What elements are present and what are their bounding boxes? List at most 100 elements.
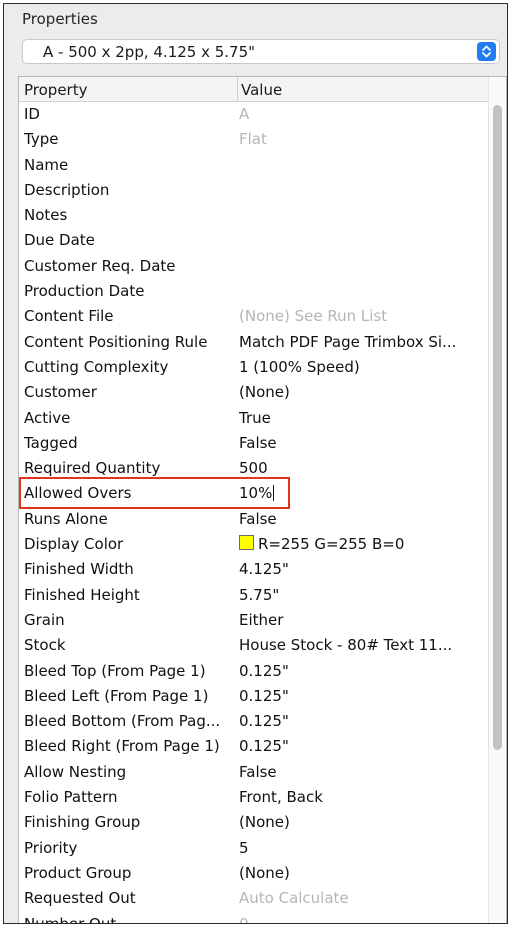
property-value-cell[interactable]: 0.125"	[239, 687, 484, 705]
property-name-cell: Description	[24, 180, 110, 199]
table-row[interactable]: Customer Req. Date	[19, 254, 488, 279]
property-name-cell: Required Quantity	[24, 459, 161, 478]
property-name-cell: Customer Req. Date	[24, 256, 176, 275]
table-row[interactable]: Finished Height 5.75"	[19, 583, 488, 608]
table-row[interactable]: Allowed Overs 10%	[19, 481, 488, 506]
table-row[interactable]: Notes	[19, 203, 488, 228]
property-name-cell: Number Out	[24, 914, 117, 924]
table-row[interactable]: Name	[19, 153, 488, 178]
property-name-cell: Notes	[24, 206, 68, 225]
property-name-cell: Finished Width	[24, 560, 134, 579]
property-name-cell: Stock	[24, 636, 66, 655]
property-name-cell: Customer	[24, 383, 97, 402]
property-value-cell[interactable]: 0.125"	[239, 712, 484, 730]
property-name-cell: Bleed Right (From Page 1)	[24, 737, 220, 756]
property-value-cell[interactable]: 5	[239, 839, 484, 857]
property-name-cell: Allowed Overs	[24, 484, 132, 503]
property-name-cell: Allow Nesting	[24, 762, 127, 781]
property-value-cell[interactable]: Flat	[239, 130, 484, 148]
property-value-cell[interactable]: False	[239, 763, 484, 781]
table-row[interactable]: Production Date	[19, 279, 488, 304]
table-row[interactable]: Grain Either	[19, 608, 488, 633]
property-value-cell[interactable]: (None)	[239, 813, 484, 831]
property-name-cell: Display Color	[24, 535, 124, 554]
property-value-cell[interactable]: Either	[239, 611, 484, 629]
property-value-cell[interactable]: 0.125"	[239, 662, 484, 680]
table-row[interactable]: Allow Nesting False	[19, 760, 488, 785]
property-name-cell: Requested Out	[24, 889, 136, 908]
property-value-cell[interactable]: 0	[239, 915, 484, 924]
property-value-cell[interactable]: False	[239, 434, 484, 452]
layout-selector-value: A - 500 x 2pp, 4.125 x 5.75"	[43, 43, 256, 61]
table-row[interactable]: Bleed Right (From Page 1) 0.125"	[19, 734, 488, 759]
column-header-property[interactable]: Property	[24, 81, 87, 99]
property-name-cell: Bleed Top (From Page 1)	[24, 661, 206, 680]
table-row[interactable]: Tagged False	[19, 431, 488, 456]
property-value-cell[interactable]: False	[239, 510, 484, 528]
column-divider[interactable]	[237, 77, 238, 101]
property-name-cell: ID	[24, 105, 40, 123]
property-name-cell: Name	[24, 155, 69, 174]
property-name-cell: Content Positioning Rule	[24, 332, 208, 351]
table-header: Property Value	[19, 77, 488, 102]
table-row[interactable]: Stock House Stock - 80# Text 11...	[19, 633, 488, 658]
table-row[interactable]: Content File (None) See Run List	[19, 304, 488, 329]
vertical-scrollbar[interactable]	[488, 77, 506, 923]
table-row[interactable]: Display Color R=255 G=255 B=0	[19, 532, 488, 557]
property-name-cell: Grain	[24, 610, 65, 629]
table-row[interactable]: Required Quantity 500	[19, 456, 488, 481]
table-row[interactable]: Product Group (None)	[19, 861, 488, 886]
property-name-cell: Folio Pattern	[24, 788, 118, 807]
column-header-value[interactable]: Value	[241, 81, 282, 99]
property-value-cell[interactable]: A	[239, 105, 484, 123]
text-caret	[273, 485, 275, 502]
table-row[interactable]: Bleed Left (From Page 1) 0.125"	[19, 684, 488, 709]
table-row[interactable]: Description	[19, 178, 488, 203]
property-value-cell[interactable]: Match PDF Page Trimbox Si...	[239, 333, 484, 351]
property-value-cell[interactable]: (None)	[239, 383, 484, 401]
property-name-cell: Runs Alone	[24, 509, 108, 528]
property-value-cell[interactable]: 1 (100% Speed)	[239, 358, 484, 376]
color-swatch-icon[interactable]	[239, 535, 254, 551]
allowed-overs-input[interactable]: 10%	[239, 484, 484, 502]
table-row[interactable]: Type Flat	[19, 127, 488, 152]
property-value-cell[interactable]: 0.125"	[239, 737, 484, 755]
table-row[interactable]: Finishing Group (None)	[19, 810, 488, 835]
property-name-cell: Priority	[24, 838, 78, 857]
table-row[interactable]: Bleed Bottom (From Pag... 0.125"	[19, 709, 488, 734]
table-row[interactable]: Due Date	[19, 228, 488, 253]
updown-stepper-icon[interactable]	[477, 42, 496, 61]
property-value-cell[interactable]: House Stock - 80# Text 11...	[239, 636, 484, 654]
table-row[interactable]: Customer (None)	[19, 380, 488, 405]
table-row[interactable]: Cutting Complexity 1 (100% Speed)	[19, 355, 488, 380]
allowed-overs-input-text: 10%	[239, 484, 273, 503]
property-value-cell[interactable]: (None) See Run List	[239, 307, 484, 325]
table-body: ID A Type Flat Name Description Notes Due Date C…	[19, 102, 488, 924]
table-row[interactable]: Requested Out Auto Calculate	[19, 886, 488, 911]
layout-selector-dropdown[interactable]: A - 500 x 2pp, 4.125 x 5.75"	[22, 39, 500, 64]
property-value-cell[interactable]: 500	[239, 459, 484, 477]
table-row[interactable]: Finished Width 4.125"	[19, 557, 488, 582]
property-value-cell[interactable]: 4.125"	[239, 560, 484, 578]
table-row[interactable]: ID A	[19, 102, 488, 127]
property-value-cell[interactable]: (None)	[239, 864, 484, 882]
table-row[interactable]: Priority 5	[19, 836, 488, 861]
table-row[interactable]: Runs Alone False	[19, 507, 488, 532]
property-value-cell[interactable]: Auto Calculate	[239, 889, 484, 907]
property-name-cell: Production Date	[24, 282, 145, 301]
table-row[interactable]: Number Out 0	[19, 912, 488, 924]
property-name-cell: Type	[24, 130, 59, 149]
scrollbar-thumb[interactable]	[493, 105, 502, 750]
color-value-text: R=255 G=255 B=0	[258, 535, 405, 554]
property-value-cell[interactable]: 5.75"	[239, 586, 484, 604]
property-value-cell[interactable]: Front, Back	[239, 788, 484, 806]
property-name-cell: Bleed Bottom (From Pag...	[24, 712, 221, 731]
property-value-cell[interactable]: True	[239, 409, 484, 427]
table-row[interactable]: Folio Pattern Front, Back	[19, 785, 488, 810]
table-row[interactable]: Active True	[19, 406, 488, 431]
property-name-cell: Active	[24, 408, 71, 427]
property-value-cell[interactable]: R=255 G=255 B=0	[239, 535, 484, 553]
table-row[interactable]: Content Positioning Rule Match PDF Page T…	[19, 330, 488, 355]
property-name-cell: Finished Height	[24, 585, 140, 604]
table-row[interactable]: Bleed Top (From Page 1) 0.125"	[19, 659, 488, 684]
